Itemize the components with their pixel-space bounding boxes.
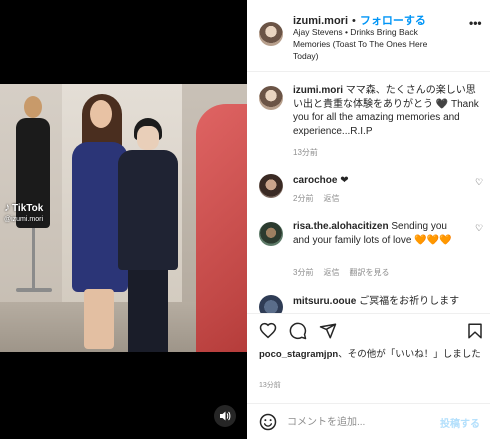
tiktok-icon: ♪: [4, 200, 10, 214]
caption-username[interactable]: izumi.mori: [293, 85, 343, 96]
comments-list[interactable]: izumi.mori ママ森、たくさんの楽しい思い出と貴重な体験をありがとう 🖤…: [247, 73, 490, 313]
reply-button[interactable]: 返信: [323, 194, 339, 203]
person-face: [137, 126, 159, 150]
action-bar: [247, 313, 490, 343]
sound-toggle-button[interactable]: [214, 405, 236, 427]
timestamp[interactable]: 3分前: [293, 268, 313, 277]
red-dress-foreground: [196, 104, 247, 352]
timestamp[interactable]: 2分前: [293, 194, 313, 203]
comment-composer: 投稿する: [247, 403, 490, 439]
post-header: izumi.mori • フォローする Ajay Stevens • Drinks …: [247, 0, 490, 72]
person-legs: [128, 270, 168, 352]
avatar[interactable]: [259, 222, 283, 246]
comment-meta: 2分前 返信: [293, 193, 349, 204]
post-button[interactable]: 投稿する: [440, 415, 480, 430]
like-comment-heart-icon[interactable]: ♡: [475, 223, 483, 234]
timestamp[interactable]: 13分前: [293, 148, 318, 157]
post-timestamp[interactable]: 13分前: [259, 380, 281, 390]
mannequin-base: [16, 288, 52, 292]
comment-meta: 3分前 返信 翻訳を見る: [293, 267, 399, 278]
comment-text: risa.the.alohacitizen Sending you and yo…: [293, 220, 463, 247]
comment-icon[interactable]: [289, 322, 307, 340]
bookmark-icon[interactable]: [466, 322, 484, 340]
person-face: [90, 100, 112, 128]
avatar[interactable]: [259, 22, 283, 46]
avatar[interactable]: [259, 295, 283, 313]
comment-username[interactable]: carochoe: [293, 175, 337, 186]
caption-time: 13分前: [293, 147, 328, 158]
ellipsis-icon[interactable]: •••: [469, 16, 482, 30]
orange-heart-emoji: 🧡🧡🧡: [414, 234, 452, 246]
mannequin-head: [24, 96, 42, 118]
mannequin-stand: [32, 228, 35, 288]
comment-input[interactable]: [287, 413, 427, 431]
tiktok-username: @izumi.mori: [4, 216, 43, 223]
person-dark-suit: [118, 150, 178, 270]
comment-username[interactable]: mitsuru.ooue: [293, 296, 356, 307]
see-translation-button[interactable]: 翻訳を見る: [349, 268, 389, 277]
video-player[interactable]: ♪ TikTok @izumi.mori: [0, 0, 247, 439]
likes-summary: poco_stagramjpn、その他が「いいね！」しました: [259, 348, 484, 361]
speaker-icon: [220, 411, 231, 421]
comment-body: ❤: [340, 175, 349, 186]
avatar[interactable]: [259, 174, 283, 198]
tiktok-brand: TikTok: [12, 203, 44, 214]
comment-body: ご冥福をお祈りします: [359, 296, 460, 307]
comment-text: carochoe ❤: [293, 174, 463, 188]
reply-button[interactable]: 返信: [323, 268, 339, 277]
tiktok-watermark: ♪ TikTok @izumi.mori: [4, 200, 43, 223]
heart-icon[interactable]: [259, 322, 277, 340]
audio-link[interactable]: Ajay Stevens • Drinks Bring Back Memorie…: [293, 26, 453, 62]
emoji-icon[interactable]: [259, 413, 277, 431]
caption-text: izumi.mori ママ森、たくさんの楽しい思い出と貴重な体験をありがとう 🖤…: [293, 84, 479, 138]
avatar[interactable]: [259, 86, 283, 110]
person-legs: [84, 289, 114, 349]
video-frame[interactable]: ♪ TikTok @izumi.mori: [0, 84, 247, 352]
comment-username[interactable]: risa.the.alohacitizen: [293, 221, 389, 232]
liked-by-user-link[interactable]: poco_stagramjpn: [259, 349, 338, 360]
like-comment-heart-icon[interactable]: ♡: [475, 177, 483, 188]
likes-text[interactable]: 、その他が「いいね！」しました: [338, 349, 481, 360]
share-icon[interactable]: [319, 322, 337, 340]
comment-text: mitsuru.ooue ご冥福をお祈りします: [293, 295, 463, 309]
post-details-panel: izumi.mori • フォローする Ajay Stevens • Drinks …: [247, 0, 490, 439]
